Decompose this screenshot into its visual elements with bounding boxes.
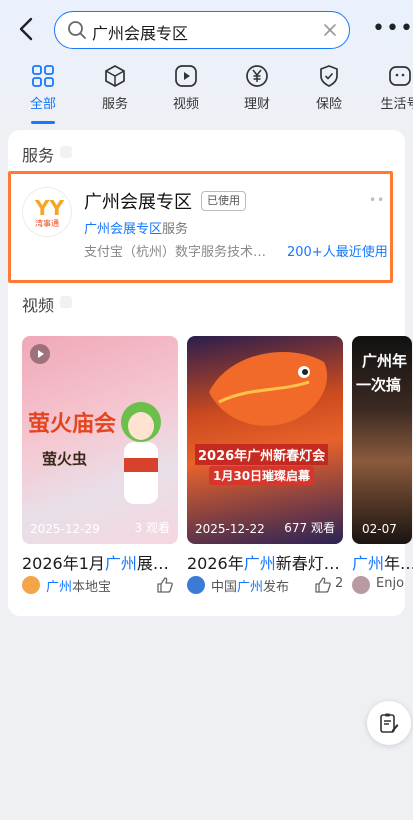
tab-videos[interactable]: 视频 bbox=[156, 62, 216, 120]
video-title[interactable]: 2026年1月广州展… bbox=[22, 550, 178, 574]
tab-services[interactable]: 服务 bbox=[85, 62, 145, 120]
tab-label: 服务 bbox=[101, 97, 128, 112]
cover-title: 2026年广州新春灯会 bbox=[195, 444, 329, 465]
avatar[interactable] bbox=[22, 576, 40, 594]
tab-life[interactable]: 生活号 bbox=[370, 62, 413, 120]
subtitle-suffix: 服务 bbox=[162, 222, 189, 237]
tab-label: 生活号 bbox=[380, 97, 413, 112]
subtitle-highlight: 广州会展专区 bbox=[84, 222, 163, 237]
tab-label: 理财 bbox=[243, 97, 270, 112]
koi-lantern-icon bbox=[209, 352, 328, 426]
play-icon bbox=[30, 344, 50, 364]
service-company: 支付宝（杭州）数字服务技术… bbox=[84, 245, 267, 260]
service-subtitle: 广州会展专区服务 bbox=[84, 218, 188, 237]
chevron-right-icon[interactable] bbox=[60, 146, 72, 158]
active-tab-indicator bbox=[31, 121, 55, 124]
tab-label: 全部 bbox=[29, 97, 56, 112]
title-prefix: 2026年 bbox=[187, 554, 244, 573]
clear-icon[interactable] bbox=[323, 23, 337, 37]
thumbs-up-icon[interactable] bbox=[156, 576, 174, 594]
service-logo[interactable]: YY 湾事通 bbox=[23, 188, 71, 236]
service-users: 200+人最近使用 bbox=[287, 245, 388, 260]
cover-subtitle: 1月30日璀璨启幕 bbox=[209, 466, 315, 485]
title-suffix: 展… bbox=[136, 554, 169, 573]
logo-mark-icon: YY bbox=[35, 196, 64, 220]
cube-icon bbox=[105, 65, 125, 87]
video-source[interactable]: Enjo bbox=[376, 576, 413, 591]
tab-finance[interactable]: 理财 bbox=[227, 62, 287, 120]
cover-subtitle: 萤火虫 bbox=[42, 450, 88, 468]
like-count: 2 bbox=[335, 576, 344, 591]
video-title[interactable]: 广州年… bbox=[352, 550, 413, 574]
category-tabs: 全部 服务 视频 理财 保险 生活号 bbox=[0, 62, 413, 124]
source-highlight: 广州 bbox=[237, 580, 264, 595]
title-highlight: 广州 bbox=[352, 554, 385, 573]
source-suffix: 本地宝 bbox=[72, 580, 112, 595]
source-suffix: 发布 bbox=[263, 580, 290, 595]
grid-icon bbox=[32, 65, 54, 87]
video-title[interactable]: 2026年广州新春灯… bbox=[187, 550, 345, 574]
video-date: 2025-12-29 bbox=[30, 522, 100, 536]
video-source[interactable]: 广州本地宝 bbox=[46, 576, 111, 595]
title-suffix: 新春灯… bbox=[275, 554, 340, 573]
title-prefix: 2026年1月 bbox=[22, 554, 105, 573]
video-views: 3 观看 bbox=[134, 521, 170, 535]
videos-section-title[interactable]: 视频 bbox=[22, 292, 54, 316]
avatar[interactable] bbox=[352, 576, 370, 594]
cover-title: 广州年 bbox=[362, 352, 408, 370]
title-highlight: 广州 bbox=[104, 554, 137, 573]
feedback-button[interactable] bbox=[367, 701, 411, 745]
cover-title: 萤火庙会 bbox=[28, 412, 117, 437]
yen-icon bbox=[246, 65, 268, 87]
title-suffix: 年… bbox=[384, 554, 413, 573]
video-date: 2025-12-22 bbox=[195, 522, 265, 536]
more-options-icon[interactable]: ••• bbox=[372, 18, 413, 40]
video-source[interactable]: 中国广州发布 bbox=[211, 576, 289, 595]
video-card[interactable]: 2026年广州新春灯会 1月30日璀璨启幕 2025-12-22 677 观看 bbox=[187, 336, 343, 544]
source-prefix: 中国 bbox=[211, 580, 238, 595]
avatar[interactable] bbox=[187, 576, 205, 594]
video-card[interactable]: 萤火庙会 萤火虫 2025-12-29 3 观看 bbox=[22, 336, 178, 544]
service-more-icon[interactable]: •• bbox=[369, 193, 385, 207]
search-input[interactable]: 广州会展专区 bbox=[92, 20, 188, 44]
logo-text: 湾事通 bbox=[35, 219, 59, 228]
tab-label: 视频 bbox=[172, 97, 199, 112]
back-arrow-icon[interactable] bbox=[12, 14, 42, 44]
tab-label: 保险 bbox=[315, 97, 342, 112]
tab-insurance[interactable]: 保险 bbox=[299, 62, 359, 120]
service-name[interactable]: 广州会展专区 bbox=[84, 188, 192, 214]
tab-all[interactable]: 全部 bbox=[13, 62, 73, 124]
shield-icon bbox=[320, 65, 338, 87]
search-bar[interactable]: 广州会展专区 bbox=[54, 11, 350, 49]
search-icon bbox=[68, 21, 86, 39]
video-views: 677 观看 bbox=[284, 521, 335, 535]
cartoon-girl-icon bbox=[121, 402, 161, 504]
title-highlight: 广州 bbox=[243, 554, 276, 573]
clipboard-edit-icon bbox=[380, 713, 399, 733]
play-icon bbox=[175, 65, 197, 87]
thumbs-up-icon[interactable] bbox=[314, 576, 332, 594]
video-card[interactable]: 广州年 一次搞 02-07 bbox=[352, 336, 412, 544]
cover-subtitle: 一次搞 bbox=[356, 376, 402, 394]
source-highlight: 广州 bbox=[46, 580, 73, 595]
chevron-right-icon[interactable] bbox=[60, 296, 72, 308]
used-badge: 已使用 bbox=[201, 191, 246, 211]
video-date: 02-07 bbox=[362, 522, 397, 536]
services-section-title[interactable]: 服务 bbox=[22, 142, 54, 166]
face-icon bbox=[389, 66, 411, 86]
